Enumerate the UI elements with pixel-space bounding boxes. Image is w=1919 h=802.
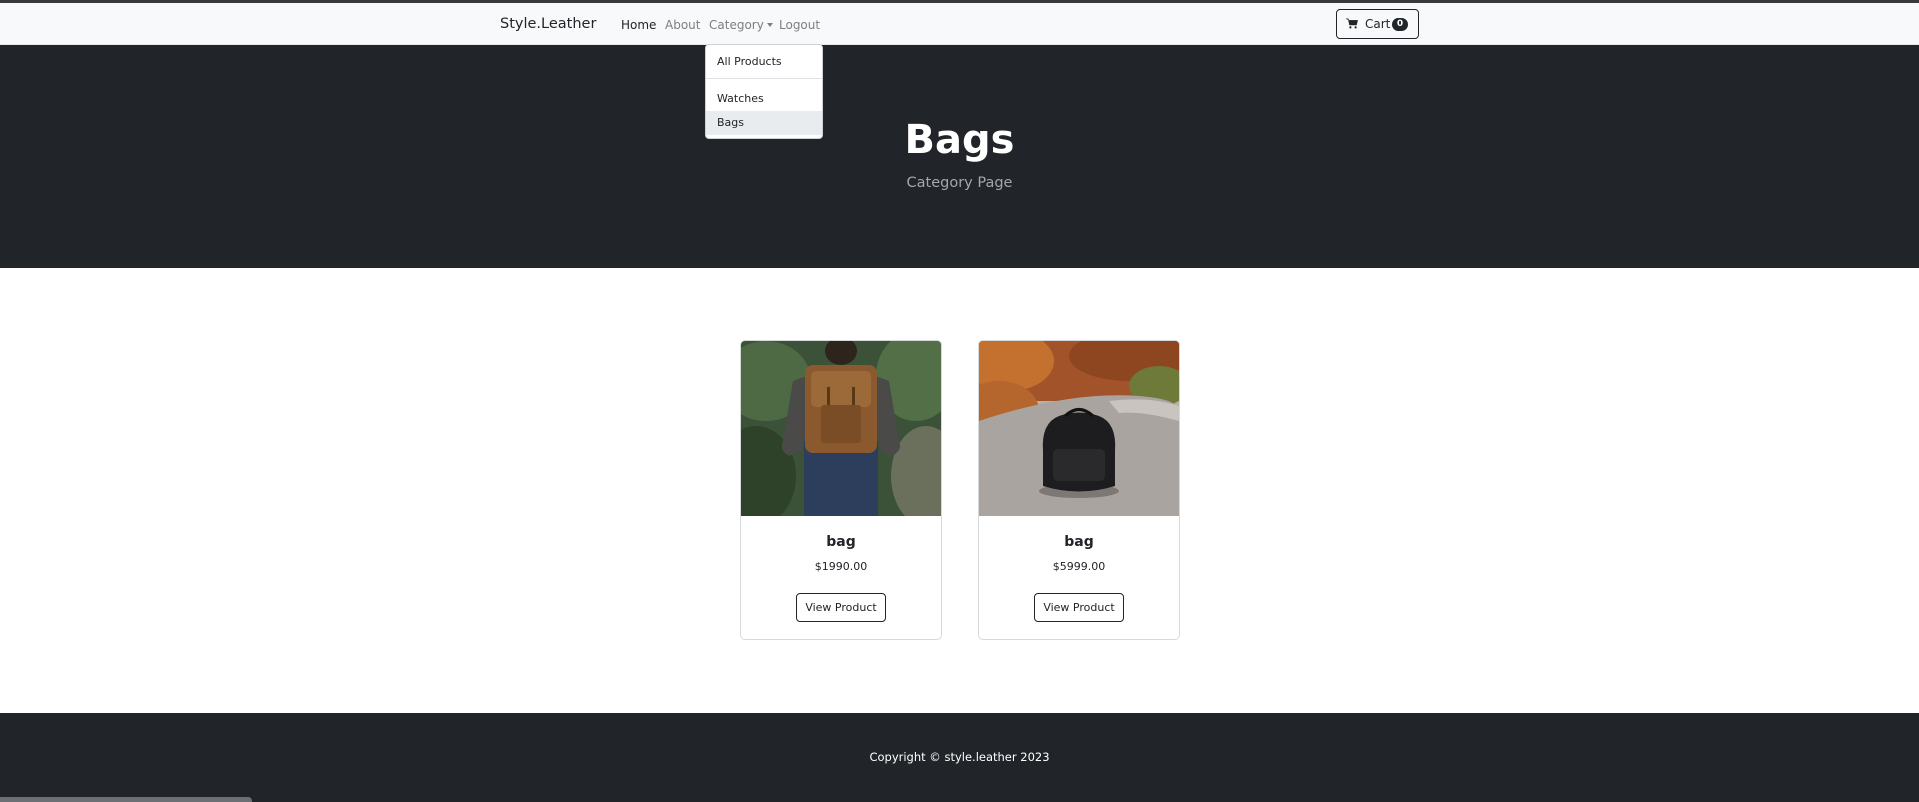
product-image[interactable] <box>741 341 941 516</box>
nav-logout[interactable]: Logout <box>779 18 820 32</box>
product-name: bag <box>1064 534 1094 550</box>
cart-button[interactable]: Cart 0 <box>1336 9 1419 39</box>
product-card: bag $1990.00 View Product <box>740 340 942 640</box>
product-price: $5999.00 <box>1052 560 1106 573</box>
hero-banner: Bags Category Page <box>0 45 1919 268</box>
page-subtitle: Category Page <box>906 175 1013 191</box>
dropdown-item-bags[interactable]: Bags <box>706 111 822 135</box>
product-card: bag $5999.00 View Product <box>978 340 1180 640</box>
view-product-button[interactable]: View Product <box>796 593 886 622</box>
dropdown-item-all-products[interactable]: All Products <box>706 50 822 74</box>
dropdown-divider <box>706 78 822 79</box>
product-name: bag <box>826 534 856 550</box>
brand-link[interactable]: Style.Leather <box>500 16 596 32</box>
view-product-button[interactable]: View Product <box>1034 593 1124 622</box>
footer: Copyright © style.leather 2023 <box>0 713 1919 802</box>
cart-icon <box>1346 18 1358 29</box>
dropdown-item-watches[interactable]: Watches <box>706 87 822 111</box>
cart-count-badge: 0 <box>1392 18 1408 31</box>
navbar: Style.Leather Home About Category Logout… <box>0 3 1919 45</box>
page-title: Bags <box>904 117 1015 163</box>
product-price: $1990.00 <box>814 560 868 573</box>
chevron-down-icon <box>766 23 773 27</box>
cart-label: Cart <box>1365 17 1391 31</box>
nav-about[interactable]: About <box>665 18 700 32</box>
product-image[interactable] <box>979 341 1179 516</box>
nav-category-toggle[interactable]: Category <box>709 18 773 32</box>
copyright-text: Copyright © style.leather 2023 <box>869 750 1050 764</box>
category-dropdown-menu: All Products Watches Bags <box>705 44 823 139</box>
horizontal-scrollbar[interactable] <box>0 797 252 802</box>
nav-home[interactable]: Home <box>621 18 656 32</box>
nav-category-label: Category <box>709 18 764 32</box>
